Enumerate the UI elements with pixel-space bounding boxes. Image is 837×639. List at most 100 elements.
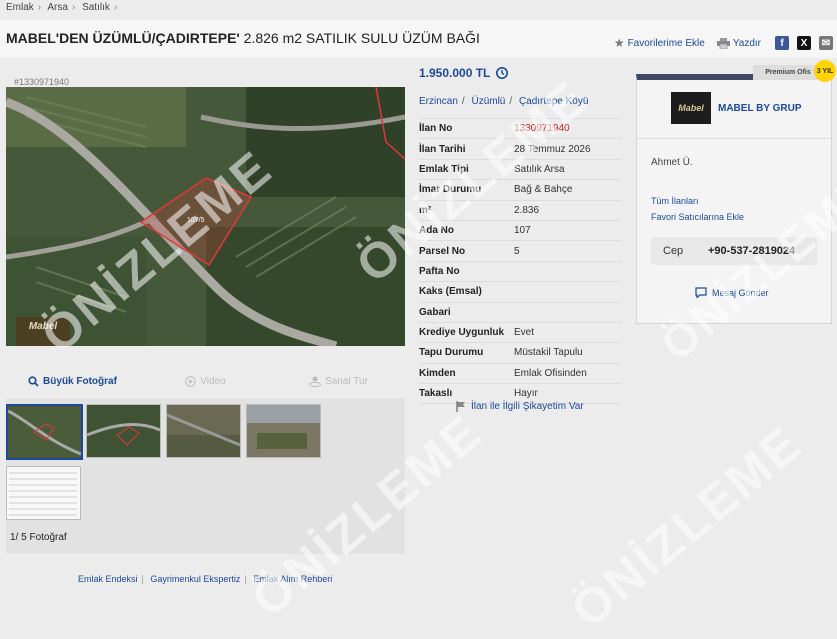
breadcrumb-emlak[interactable]: Emlak (6, 2, 34, 13)
detail-row: Ada No 107 (419, 221, 621, 242)
seller-logo-text: Mabel (678, 103, 704, 113)
detail-value: Hayır (514, 388, 538, 400)
detail-row: Kimden Emlak Ofisinden (419, 364, 621, 385)
thumbnail[interactable] (166, 404, 241, 458)
complaint-label: İlan ile İlgili Şikayetim Var (471, 401, 584, 412)
chevron-right-icon: › (71, 2, 76, 13)
detail-key: Ada No (419, 225, 454, 237)
all-listings-link[interactable]: Tüm İlanları (651, 196, 699, 206)
detail-value: 5 (514, 245, 520, 257)
send-message-button[interactable]: Mesaj Gönder (695, 287, 769, 298)
play-icon (185, 375, 197, 387)
tab-video-label: Video (200, 375, 226, 387)
facebook-icon[interactable]: f (775, 36, 789, 50)
footer-link[interactable]: Emlak Endeksi (78, 574, 138, 584)
x-icon[interactable]: X (797, 36, 811, 50)
chevron-right-icon: › (37, 2, 42, 13)
detail-key: Tapu Durumu (419, 347, 484, 359)
detail-key: Emlak Tipi (419, 163, 469, 175)
detail-row: İlan No 1330971940 (419, 119, 621, 140)
mabel-logo-stamp: Mabel (16, 317, 70, 346)
detail-key: m² (419, 204, 432, 216)
history-icon[interactable] (495, 66, 509, 80)
phone-number: +90-537-2819024 (708, 245, 796, 257)
print-button[interactable]: Yazdır (716, 37, 761, 49)
detail-row: Krediye Uygunluk Evet (419, 323, 621, 344)
detail-value: Bağ & Bahçe (514, 184, 573, 196)
tab-big-photo-label: Büyük Fotoğraf (43, 375, 117, 387)
detail-key: Takaslı (419, 388, 453, 400)
tour-icon (309, 376, 322, 387)
title-bar: MABEL'DEN ÜZÜMLÜ/ÇADIRTEPE' 2.826 m2 SAT… (0, 20, 837, 58)
chevron-right-icon: › (113, 2, 118, 13)
location-city[interactable]: Erzincan (419, 96, 458, 107)
mail-icon[interactable]: ✉ (819, 36, 833, 50)
detail-row: Gabari (419, 303, 621, 323)
watermark: ÖNİZLEME (560, 414, 813, 639)
footer-link[interactable]: Gayrimenkul Ekspertiz (150, 574, 240, 584)
seller-logo[interactable]: Mabel (671, 92, 711, 124)
thumbnail[interactable] (246, 404, 321, 458)
favorite-seller-link[interactable]: Favori Satıcılarına Ekle (651, 212, 744, 222)
phone-box[interactable]: Cep +90-537-2819024 (651, 237, 817, 265)
phone-label: Cep (663, 245, 684, 257)
detail-value: Müstakil Tapulu (514, 347, 583, 359)
breadcrumb-satilik[interactable]: Satılık (82, 2, 110, 13)
star-icon: ★ (613, 36, 625, 50)
detail-value: 1330971940 (514, 123, 570, 135)
detail-key: Kimden (419, 367, 456, 379)
premium-office-badge: Premium Ofis (753, 65, 823, 80)
detail-row: Kaks (Emsal) (419, 282, 621, 303)
send-message-label: Mesaj Gönder (712, 287, 769, 298)
satellite-image (6, 87, 405, 346)
message-icon (695, 287, 707, 298)
print-label: Yazdır (732, 37, 761, 49)
footer-link[interactable]: Emlak Alım Rehberi (253, 574, 332, 584)
title-actions: ★ Favorilerime Ekle Yazdır f X ✉ (614, 36, 833, 50)
price: 1.950.000 TL (419, 66, 491, 80)
details-table: İlan No 1330971940 İlan Tarihi 28 Temmuz 2… (419, 118, 621, 405)
page-title: MABEL'DEN ÜZÜMLÜ/ÇADIRTEPE' 2.826 m2 SAT… (6, 30, 480, 46)
page-title-main: MABEL'DEN ÜZÜMLÜ/ÇADIRTEPE' (6, 30, 240, 46)
detail-value: Evet (514, 327, 535, 339)
breadcrumb: Emlak › Arsa › Satılık › (6, 2, 121, 13)
seller-name[interactable]: MABEL BY GRUP (718, 103, 802, 114)
printer-icon (716, 37, 730, 49)
detail-row: Pafta No (419, 262, 621, 283)
photo-count: 1/ 5 Fotoğraf (10, 532, 67, 543)
detail-key: İlan No (419, 123, 453, 135)
agent-name: Ahmet Ü. (651, 157, 693, 168)
detail-value: 28 Temmuz 2026 (514, 143, 591, 155)
detail-value: Satılık Arsa (514, 163, 565, 175)
complaint-link[interactable]: İlan ile İlgili Şikayetim Var (456, 401, 584, 412)
thumbnail-gallery: 1/ 5 Fotoğraf (6, 398, 405, 554)
search-icon (28, 375, 39, 387)
footer-links: Emlak Endeksi | Gayrimenkul Ekspertiz | Em… (78, 574, 333, 584)
thumbnail[interactable] (86, 404, 161, 458)
thumbnail[interactable] (6, 404, 83, 460)
tab-virtual-tour-label: Sanal Tur (325, 375, 368, 387)
tab-virtual-tour[interactable]: Sanal Tur (272, 366, 405, 396)
favorite-button[interactable]: ★ Favorilerime Ekle (614, 36, 705, 50)
thumbnail[interactable] (6, 466, 81, 520)
location-breadcrumb: Erzincan / Üzümlü / Çadırtepe Köyü (419, 96, 589, 107)
detail-value: Emlak Ofisinden (514, 367, 587, 379)
parcel-label: 107/5 (187, 217, 205, 224)
detail-row: Tapu Durumu Müstakil Tapulu (419, 343, 621, 364)
tab-video[interactable]: Video (139, 366, 272, 396)
detail-key: Kaks (Emsal) (419, 286, 482, 298)
stamp-text: Mabel (28, 321, 58, 332)
detail-row: İlan Tarihi 28 Temmuz 2026 (419, 139, 621, 160)
detail-row: İmar Durumu Bağ & Bahçe (419, 180, 621, 201)
tab-big-photo[interactable]: Büyük Fotoğraf (6, 366, 139, 396)
main-photo[interactable]: 107/5 Mabel (6, 87, 405, 346)
detail-key: Gabari (419, 306, 451, 318)
divider (637, 138, 831, 139)
location-district[interactable]: Üzümlü (471, 96, 505, 107)
breadcrumb-arsa[interactable]: Arsa (47, 2, 68, 13)
price-row: 1.950.000 TL (419, 66, 509, 80)
detail-row: m² 2.836 (419, 201, 621, 221)
listing-id: #1330971940 (14, 77, 70, 87)
photo-tabs: Büyük Fotoğraf Video Sanal Tur (6, 366, 405, 396)
location-neighborhood[interactable]: Çadırtepe Köyü (519, 96, 589, 107)
